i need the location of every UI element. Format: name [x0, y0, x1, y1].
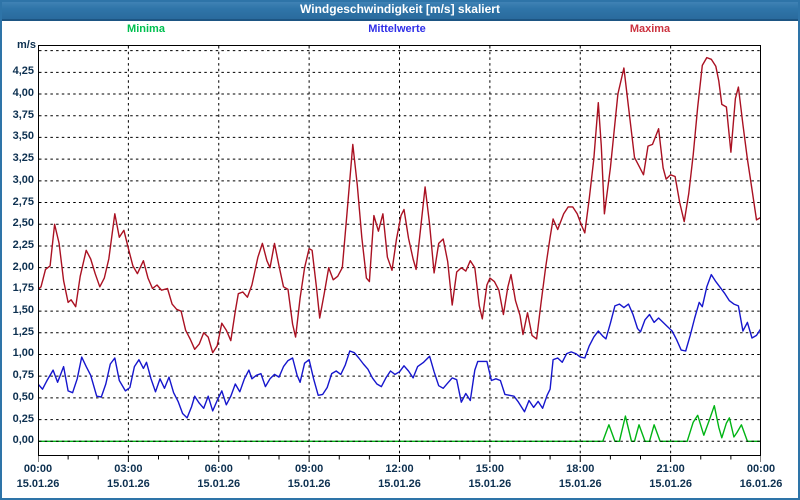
x-tick-date-label: 15.01.26: [649, 478, 692, 490]
x-tick-time-label: 06:00: [205, 463, 233, 475]
x-tick-date-label: 15.01.26: [559, 478, 602, 490]
x-tick-time-label: 09:00: [295, 463, 323, 475]
x-tick-time-label: 03:00: [114, 463, 142, 475]
x-tick-time-label: 18:00: [566, 463, 594, 475]
x-tick-date-label: 15.01.26: [288, 478, 331, 490]
x-tick-time-label: 00:00: [24, 463, 52, 475]
x-tick-date-label: 15.01.26: [107, 478, 150, 490]
x-tick-date-label: 15.01.26: [378, 478, 421, 490]
x-axis-labels: 00:00 15.01.26 03:00 15.01.26 06:00 15.01.26 0…: [0, 0, 800, 500]
x-tick-time-label: 21:00: [657, 463, 685, 475]
x-tick-time-label: 15:00: [476, 463, 504, 475]
x-tick-date-label: 15.01.26: [197, 478, 240, 490]
x-tick-time-label: 00:00: [747, 463, 775, 475]
x-tick-date-label: 15.01.26: [468, 478, 511, 490]
x-tick-date-label: 16.01.26: [740, 478, 783, 490]
x-tick-date-label: 15.01.26: [17, 478, 60, 490]
app-window: Windgeschwindigkeit [m/s] skaliert Minim…: [0, 0, 800, 500]
x-tick-time-label: 12:00: [385, 463, 413, 475]
